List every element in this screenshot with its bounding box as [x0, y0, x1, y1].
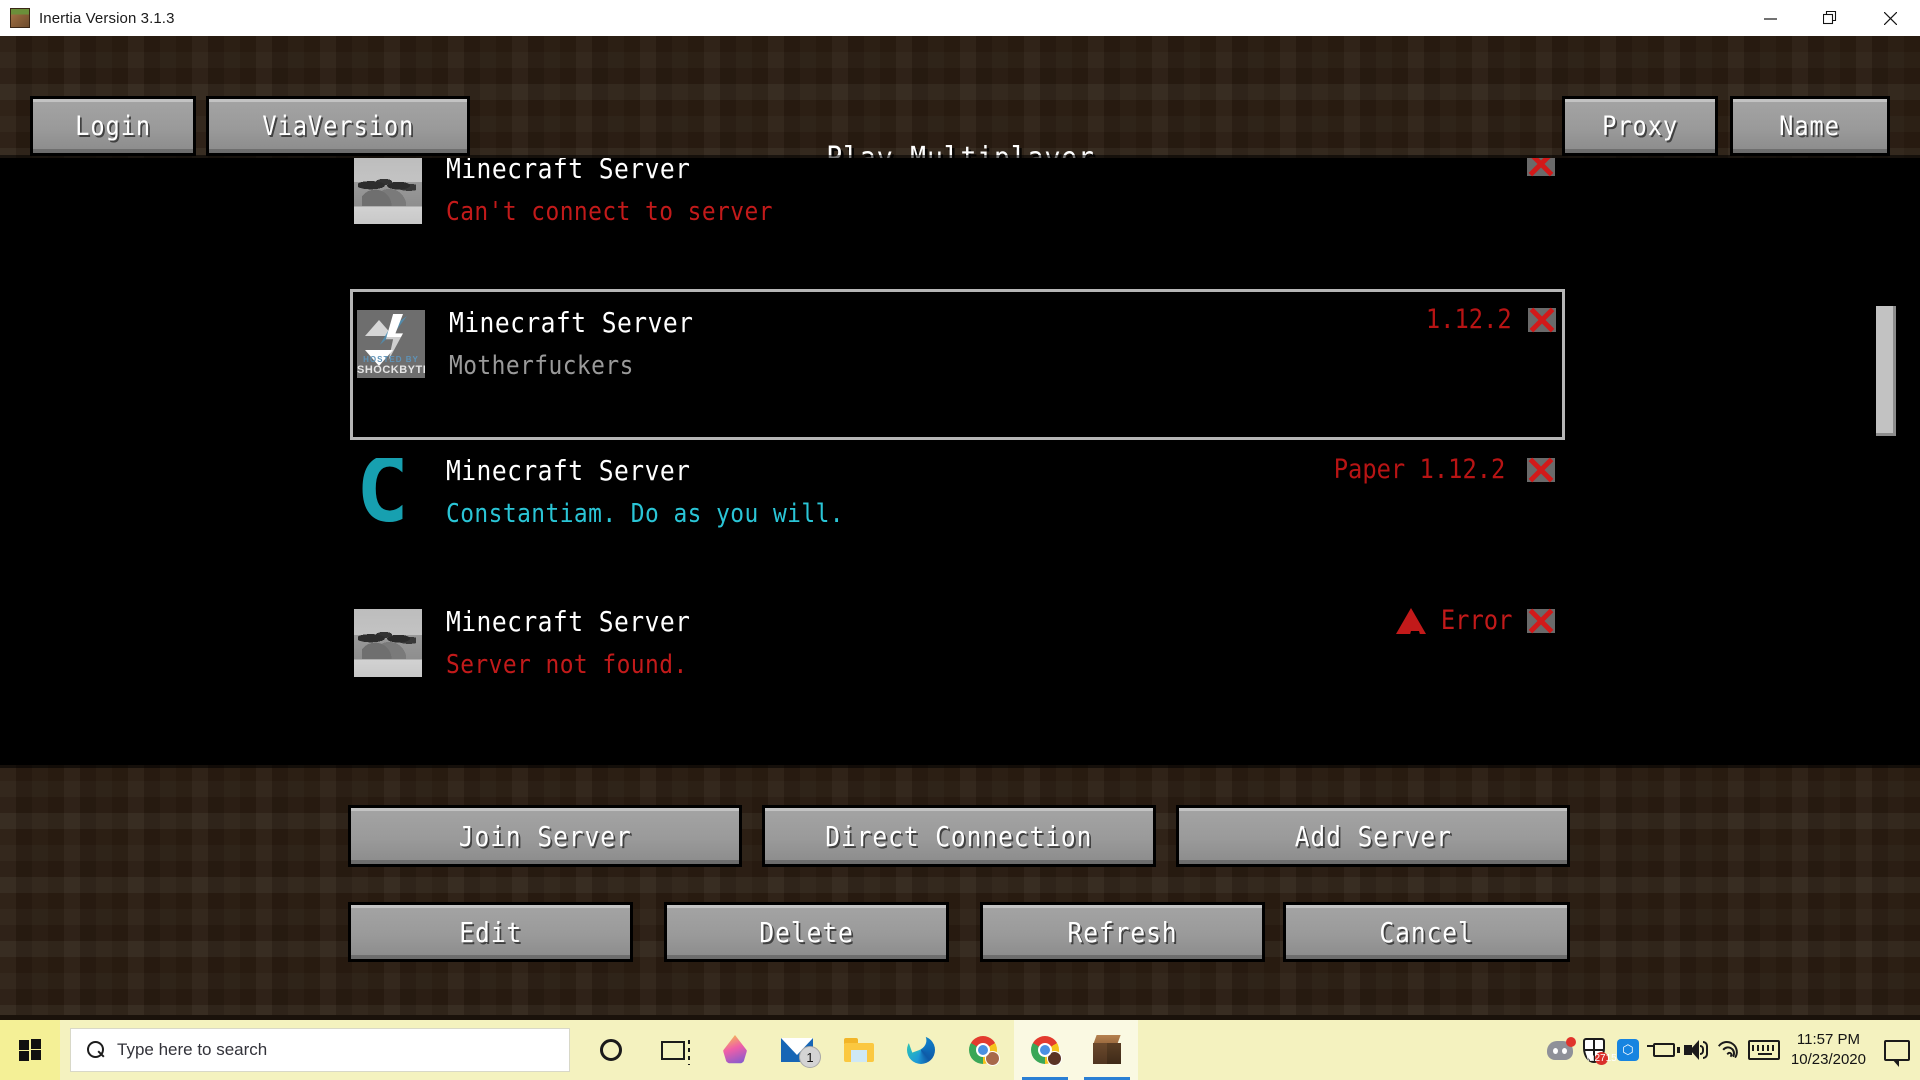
landscape-icon [354, 158, 422, 224]
minimize-button[interactable] [1740, 0, 1800, 36]
ping-x-icon [1527, 457, 1555, 482]
ping-x-icon [1528, 307, 1556, 332]
discord-icon[interactable] [1543, 1020, 1577, 1080]
letter-c-icon: C [356, 458, 409, 526]
server-motd: Can't connect to server [446, 197, 773, 227]
ping-x-icon [1527, 608, 1555, 633]
server-name: Minecraft Server [449, 306, 694, 339]
windows-defender-icon[interactable]: \u2715 [1577, 1020, 1617, 1080]
server-status: Error [1395, 605, 1555, 645]
battery-charging-icon[interactable] [1645, 1020, 1680, 1080]
viaversion-button-label: ViaVersion [262, 110, 414, 142]
server-name: Minecraft Server [446, 158, 691, 185]
name-button-label: Name [1779, 110, 1841, 142]
cortana-icon[interactable] [580, 1020, 642, 1080]
list-right-fade [1910, 158, 1920, 765]
minecraft-icon[interactable] [1076, 1020, 1138, 1080]
scrollbar-thumb[interactable] [1876, 306, 1896, 436]
keyboard-icon[interactable] [1747, 1020, 1781, 1080]
server-list-scrollbar[interactable] [1876, 158, 1896, 765]
direct-connection-button[interactable]: Direct Connection [762, 805, 1156, 867]
shockbyte-label: SHOCKBYTE [357, 364, 425, 376]
server-error-label: Error [1440, 605, 1513, 636]
server-list-item[interactable]: C Minecraft Server Constantiam. Do as yo… [350, 440, 1565, 591]
system-tray: \u2715 11:57 PM 10/23/2020 [1543, 1020, 1920, 1080]
search-input[interactable]: Type here to search [70, 1028, 570, 1072]
close-button[interactable] [1860, 0, 1920, 36]
chrome-icon[interactable] [952, 1020, 1014, 1080]
server-status: Paper 1.12.2 [1322, 454, 1555, 485]
server-list[interactable]: Minecraft Server Can't connect to server… [0, 158, 1920, 765]
proxy-button-label: Proxy [1602, 110, 1678, 142]
add-server-button[interactable]: Add Server [1176, 805, 1570, 867]
refresh-button[interactable]: Refresh [980, 902, 1265, 962]
taskbar-icons: 1 [580, 1020, 1138, 1080]
chrome-icon-2[interactable] [1014, 1020, 1076, 1080]
server-motd: Server not found. [446, 650, 688, 680]
server-version: Paper 1.12.2 [1333, 454, 1506, 485]
login-button-label: Login [75, 110, 151, 142]
server-motd: Motherfuckers [449, 351, 634, 381]
server-list-item[interactable]: Minecraft Server Server not found. Error [350, 591, 1565, 742]
volume-icon[interactable] [1679, 1020, 1713, 1080]
shockbyte-hosted-label: HOSTED BY [363, 355, 419, 364]
file-explorer-icon[interactable] [828, 1020, 890, 1080]
mail-badge: 1 [799, 1046, 821, 1068]
warning-triangle-icon [1395, 607, 1426, 645]
mail-icon[interactable]: 1 [766, 1020, 828, 1080]
server-list-item-selected[interactable]: HOSTED BY SHOCKBYTE Minecraft Server Mot… [350, 289, 1565, 440]
edge-icon[interactable] [890, 1020, 952, 1080]
notification-icon[interactable] [1880, 1020, 1914, 1080]
server-status [1527, 158, 1555, 176]
clock[interactable]: 11:57 PM 10/23/2020 [1781, 1030, 1880, 1070]
window-controls [1740, 0, 1920, 36]
restore-button[interactable] [1800, 0, 1860, 36]
server-motd: Constantiam. Do as you will. [446, 499, 845, 529]
window-title: Inertia Version 3.1.3 [39, 9, 175, 27]
windows-logo-icon [19, 1039, 41, 1061]
windows-taskbar: Type here to search 1 \u2715 ⬡ 11:57 PM … [0, 1020, 1920, 1080]
search-placeholder: Type here to search [117, 1040, 268, 1059]
search-icon [87, 1041, 105, 1059]
start-button[interactable] [0, 1020, 60, 1080]
server-version: 1.12.2 [1426, 304, 1513, 335]
server-list-item[interactable]: Minecraft Server Can't connect to server [350, 158, 1565, 289]
task-view-icon[interactable] [642, 1020, 704, 1080]
shockbyte-icon: HOSTED BY SHOCKBYTE [357, 310, 425, 378]
delete-button[interactable]: Delete [664, 902, 949, 962]
clock-date: 10/23/2020 [1790, 1051, 1866, 1068]
wifi-icon[interactable] [1713, 1020, 1747, 1080]
list-left-fade [0, 158, 10, 765]
server-status: 1.12.2 [1420, 304, 1556, 335]
grass-block-icon [10, 8, 30, 28]
screen-header: Login ViaVersion Proxy Name Play Multipl… [0, 36, 1920, 176]
edit-button[interactable]: Edit [348, 902, 633, 962]
paint3d-icon[interactable] [704, 1020, 766, 1080]
bottom-panel [0, 765, 1920, 1015]
ping-x-icon [1527, 158, 1555, 176]
bluetooth-icon[interactable] [1611, 1020, 1645, 1080]
landscape-icon [354, 609, 422, 677]
cancel-button[interactable]: Cancel [1283, 902, 1570, 962]
join-server-button[interactable]: Join Server [348, 805, 742, 867]
clock-time: 11:57 PM [1796, 1031, 1860, 1048]
window-titlebar: Inertia Version 3.1.3 [0, 0, 1920, 36]
